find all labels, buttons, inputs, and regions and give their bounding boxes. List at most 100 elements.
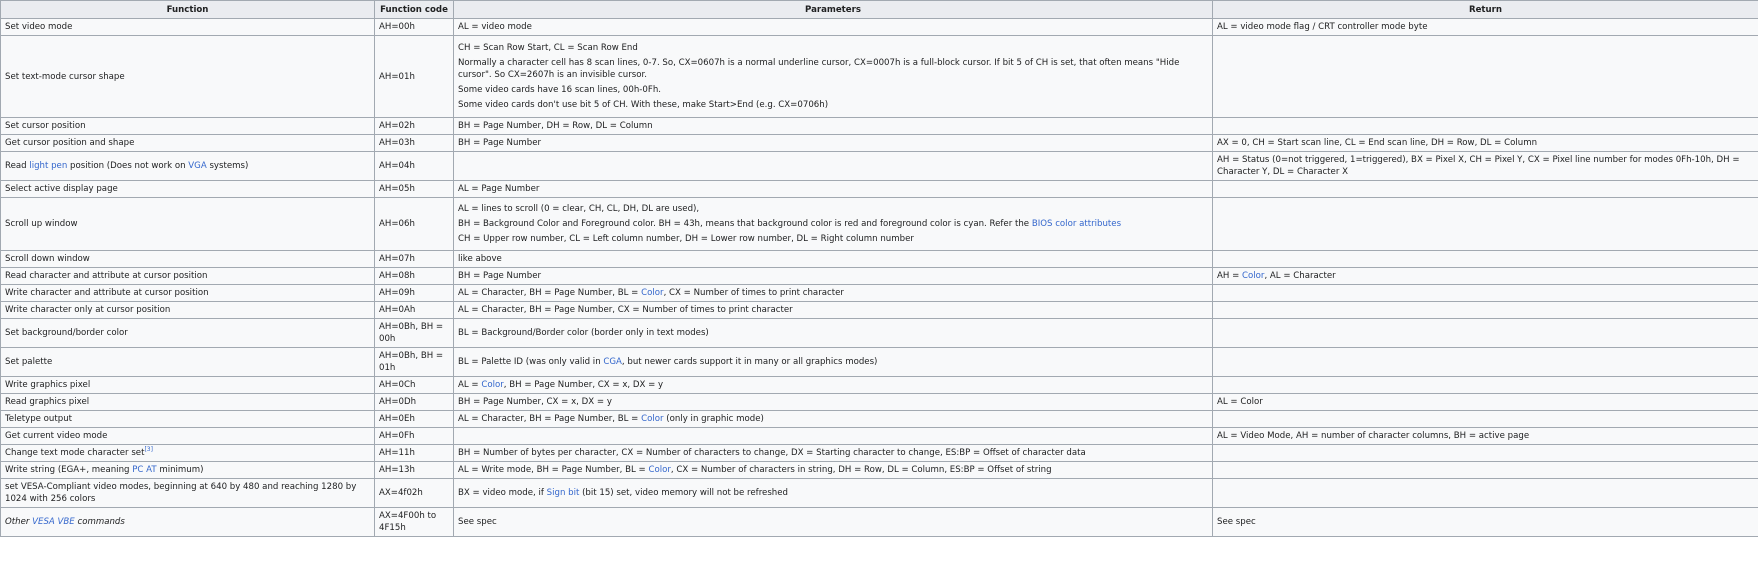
function-code-cell: AH=04h [374,151,454,181]
return-cell [1212,301,1758,319]
table-row: Other VESA VBE commands AX=4F00h to 4F15h… [0,507,1758,537]
function-code-cell: AH=11h [374,444,454,462]
return-cell [1212,197,1758,251]
function-code-cell: AH=0Ch [374,376,454,394]
parameter-paragraph: CH = Upper row number, CL = Left column … [458,234,914,244]
return-cell: AX = 0, CH = Start scan line, CL = End s… [1212,134,1758,152]
parameters-cell: AL = Color, BH = Page Number, CX = x, DX… [453,376,1213,394]
wiki-link[interactable]: VBE [58,517,75,527]
parameter-paragraph: Some video cards have 16 scan lines, 00h… [458,85,661,95]
parameters-cell: BH = Page Number [453,134,1213,152]
function-cell: Other VESA VBE commands [0,507,375,537]
parameters-cell: like above [453,250,1213,268]
wiki-link[interactable]: Color [641,414,663,424]
function-code-cell: AH=0Dh [374,393,454,411]
function-code-cell: AH=08h [374,267,454,285]
function-cell: set VESA-Compliant video modes, beginnin… [0,478,375,508]
function-cell: Set video mode [0,18,375,36]
parameters-cell: CH = Scan Row Start, CL = Scan Row End No… [453,35,1213,118]
function-cell: Set cursor position [0,117,375,135]
function-code-cell: AX=4F00h to 4F15h [374,507,454,537]
return-cell [1212,410,1758,428]
parameters-cell: BH = Page Number, CX = x, DX = y [453,393,1213,411]
wiki-link[interactable]: VESA [32,517,55,527]
function-cell: Select active display page [0,180,375,198]
parameter-paragraph: Some video cards don't use bit 5 of CH. … [458,100,829,110]
parameters-cell [453,427,1213,445]
wiki-link[interactable]: Color [481,380,503,390]
table-row: Set video mode AH=00h AL = video mode AL = … [0,18,1758,36]
function-cell: Write character only at cursor position [0,301,375,319]
parameters-cell: BL = Palette ID (was only valid in CGA, … [453,347,1213,377]
wiki-link[interactable]: Color [641,288,663,298]
function-code-cell: AH=06h [374,197,454,251]
header-function: Function [0,0,375,19]
function-code-cell: AH=0Ah [374,301,454,319]
function-cell: Teletype output [0,410,375,428]
function-code-cell: AH=03h [374,134,454,152]
function-cell: Scroll up window [0,197,375,251]
wiki-link[interactable]: Color [1242,271,1264,281]
reference-link[interactable]: [3] [144,446,153,453]
function-cell: Read character and attribute at cursor p… [0,267,375,285]
return-cell: AL = Color [1212,393,1758,411]
parameters-cell: BL = Background/Border color (border onl… [453,318,1213,348]
parameter-paragraph: BH = Background Color and Foreground col… [458,219,1122,229]
italic-text: commands [74,517,125,527]
parameters-cell: AL = Write mode, BH = Page Number, BL = … [453,461,1213,479]
return-cell [1212,284,1758,302]
wiki-link[interactable]: BIOS color attributes [1032,219,1121,229]
table-row: Get current video mode AH=0Fh AL = Video M… [0,427,1758,445]
header-function-code: Function code [374,0,454,19]
return-cell: AL = video mode flag / CRT controller mo… [1212,18,1758,36]
parameters-cell: AL = Page Number [453,180,1213,198]
parameters-cell: AL = video mode [453,18,1213,36]
wiki-link[interactable]: CGA [603,357,622,367]
function-cell: Get current video mode [0,427,375,445]
table-body: Set video mode AH=00h AL = video mode AL = … [0,18,1758,537]
parameters-cell [453,151,1213,181]
table-row: Write string (EGA+, meaning PC AT minimu… [0,461,1758,479]
function-code-cell: AH=0Bh, BH = 00h [374,318,454,348]
function-cell: Read light pen position (Does not work o… [0,151,375,181]
return-cell [1212,117,1758,135]
function-code-cell: AH=09h [374,284,454,302]
parameter-paragraph: CH = Scan Row Start, CL = Scan Row End [458,43,638,53]
table-row: Select active display page AH=05h AL = Pag… [0,180,1758,198]
function-cell: Get cursor position and shape [0,134,375,152]
return-cell [1212,318,1758,348]
table-row: Set cursor position AH=02h BH = Page Numbe… [0,117,1758,135]
return-cell: AH = Color, AL = Character [1212,267,1758,285]
function-code-cell: AH=05h [374,180,454,198]
table-row: Get cursor position and shape AH=03h BH = … [0,134,1758,152]
return-cell: AL = Video Mode, AH = number of characte… [1212,427,1758,445]
wiki-link[interactable]: Color [648,465,670,475]
wiki-link[interactable]: VGA [188,161,206,171]
parameters-cell: BX = video mode, if Sign bit (bit 15) se… [453,478,1213,508]
table-row: set VESA-Compliant video modes, beginnin… [0,478,1758,508]
table-row: Read light pen position (Does not work o… [0,151,1758,181]
parameters-cell: BH = Number of bytes per character, CX =… [453,444,1213,462]
function-code-cell: AH=0Bh, BH = 01h [374,347,454,377]
return-cell [1212,250,1758,268]
table-row: Set text-mode cursor shape AH=01h CH = Sca… [0,35,1758,118]
table-row: Scroll up window AH=06h AL = lines to scro… [0,197,1758,251]
wiki-link[interactable]: Sign bit [547,488,580,498]
return-cell [1212,478,1758,508]
function-cell: Scroll down window [0,250,375,268]
header-parameters: Parameters [453,0,1213,19]
parameters-cell: See spec [453,507,1213,537]
function-code-cell: AH=07h [374,250,454,268]
table-row: Set palette AH=0Bh, BH = 01h BL = Palette … [0,347,1758,377]
function-code-cell: AH=13h [374,461,454,479]
function-cell: Change text mode character set[3] [0,444,375,462]
table-row: Scroll down window AH=07h like above [0,250,1758,268]
function-code-cell: AX=4f02h [374,478,454,508]
return-cell [1212,461,1758,479]
return-cell [1212,180,1758,198]
function-code-cell: AH=0Eh [374,410,454,428]
wiki-link[interactable]: light pen [29,161,67,171]
table-row: Write character only at cursor position A… [0,301,1758,319]
wiki-link[interactable]: PC AT [132,465,156,475]
table-header-row: Function Function code Parameters Return [0,0,1758,19]
